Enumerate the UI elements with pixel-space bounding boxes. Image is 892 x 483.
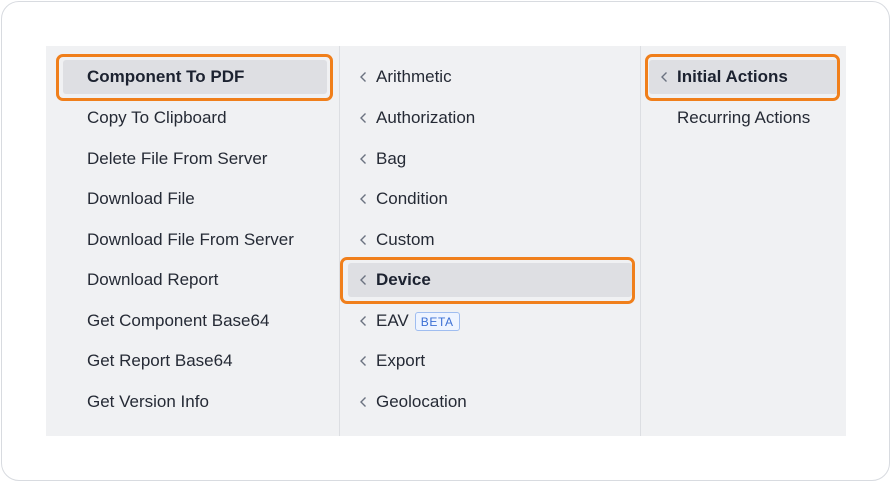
menu-item-label: Component To PDF [87,67,245,86]
menu-item-label: Custom [376,230,435,249]
menu-item-label: Authorization [376,108,476,127]
menu-item-label: Device [376,270,431,289]
chevron-left-icon [356,152,370,166]
menu-item-label: Export [376,351,426,370]
chevron-left-icon [356,354,370,368]
menu-item-label: Get Component Base64 [87,311,270,330]
menu-column-actions: Component To PDF Copy To Clipboard Delet… [46,46,339,436]
chevron-left-icon [356,273,370,287]
menu-item-label: Recurring Actions [677,108,811,127]
menu-item-authorization[interactable]: Authorization [348,101,632,135]
menu-item-custom[interactable]: Custom [348,223,632,257]
menu-item-label: Geolocation [376,392,467,411]
menu-item-eav[interactable]: EAV BETA [348,304,632,338]
menu-item-device[interactable]: Device [348,263,632,297]
menu-item-label: Download Report [87,270,219,289]
menu-item-label: Get Report Base64 [87,351,233,370]
menu-column-device-actions: Initial Actions Recurring Actions [640,46,846,436]
menu-item-label: Download File [87,189,195,208]
menu-column-categories: Arithmetic Authorization Bag Condition C… [339,46,640,436]
menu-item-copy-to-clipboard[interactable]: Copy To Clipboard [63,101,327,135]
menu-item-geolocation[interactable]: Geolocation [348,385,632,419]
menu-item-bag[interactable]: Bag [348,142,632,176]
chevron-left-icon [356,70,370,84]
chevron-left-icon [356,395,370,409]
menu-item-label: EAV [376,311,409,330]
chevron-left-icon [356,111,370,125]
menu-item-component-to-pdf[interactable]: Component To PDF [63,60,327,94]
menu-item-label: Condition [376,189,448,208]
menu-item-label: Copy To Clipboard [87,108,227,127]
menu-item-recurring-actions[interactable]: Recurring Actions [649,101,839,135]
menu-item-label: Initial Actions [677,67,788,86]
menu-item-label: Bag [376,149,407,168]
cascading-menu: Component To PDF Copy To Clipboard Delet… [46,46,846,436]
menu-item-label: Delete File From Server [87,149,268,168]
menu-item-download-report[interactable]: Download Report [63,263,327,297]
menu-item-arithmetic[interactable]: Arithmetic [348,60,632,94]
menu-item-export[interactable]: Export [348,344,632,378]
beta-badge: BETA [414,311,460,331]
chevron-left-icon [356,233,370,247]
menu-item-get-report-base64[interactable]: Get Report Base64 [63,344,327,378]
menu-item-download-file[interactable]: Download File [63,182,327,216]
menu-item-get-component-base64[interactable]: Get Component Base64 [63,304,327,338]
menu-item-label: Download File From Server [87,230,294,249]
menu-item-download-file-from-server[interactable]: Download File From Server [63,223,327,257]
menu-item-initial-actions[interactable]: Initial Actions [649,60,839,94]
menu-item-label: Arithmetic [376,67,452,86]
menu-item-condition[interactable]: Condition [348,182,632,216]
menu-item-get-version-info[interactable]: Get Version Info [63,385,327,419]
menu-item-label: Get Version Info [87,392,209,411]
chevron-left-icon [356,192,370,206]
menu-item-delete-file-from-server[interactable]: Delete File From Server [63,142,327,176]
chevron-left-icon [657,70,671,84]
chevron-left-icon [356,314,370,328]
